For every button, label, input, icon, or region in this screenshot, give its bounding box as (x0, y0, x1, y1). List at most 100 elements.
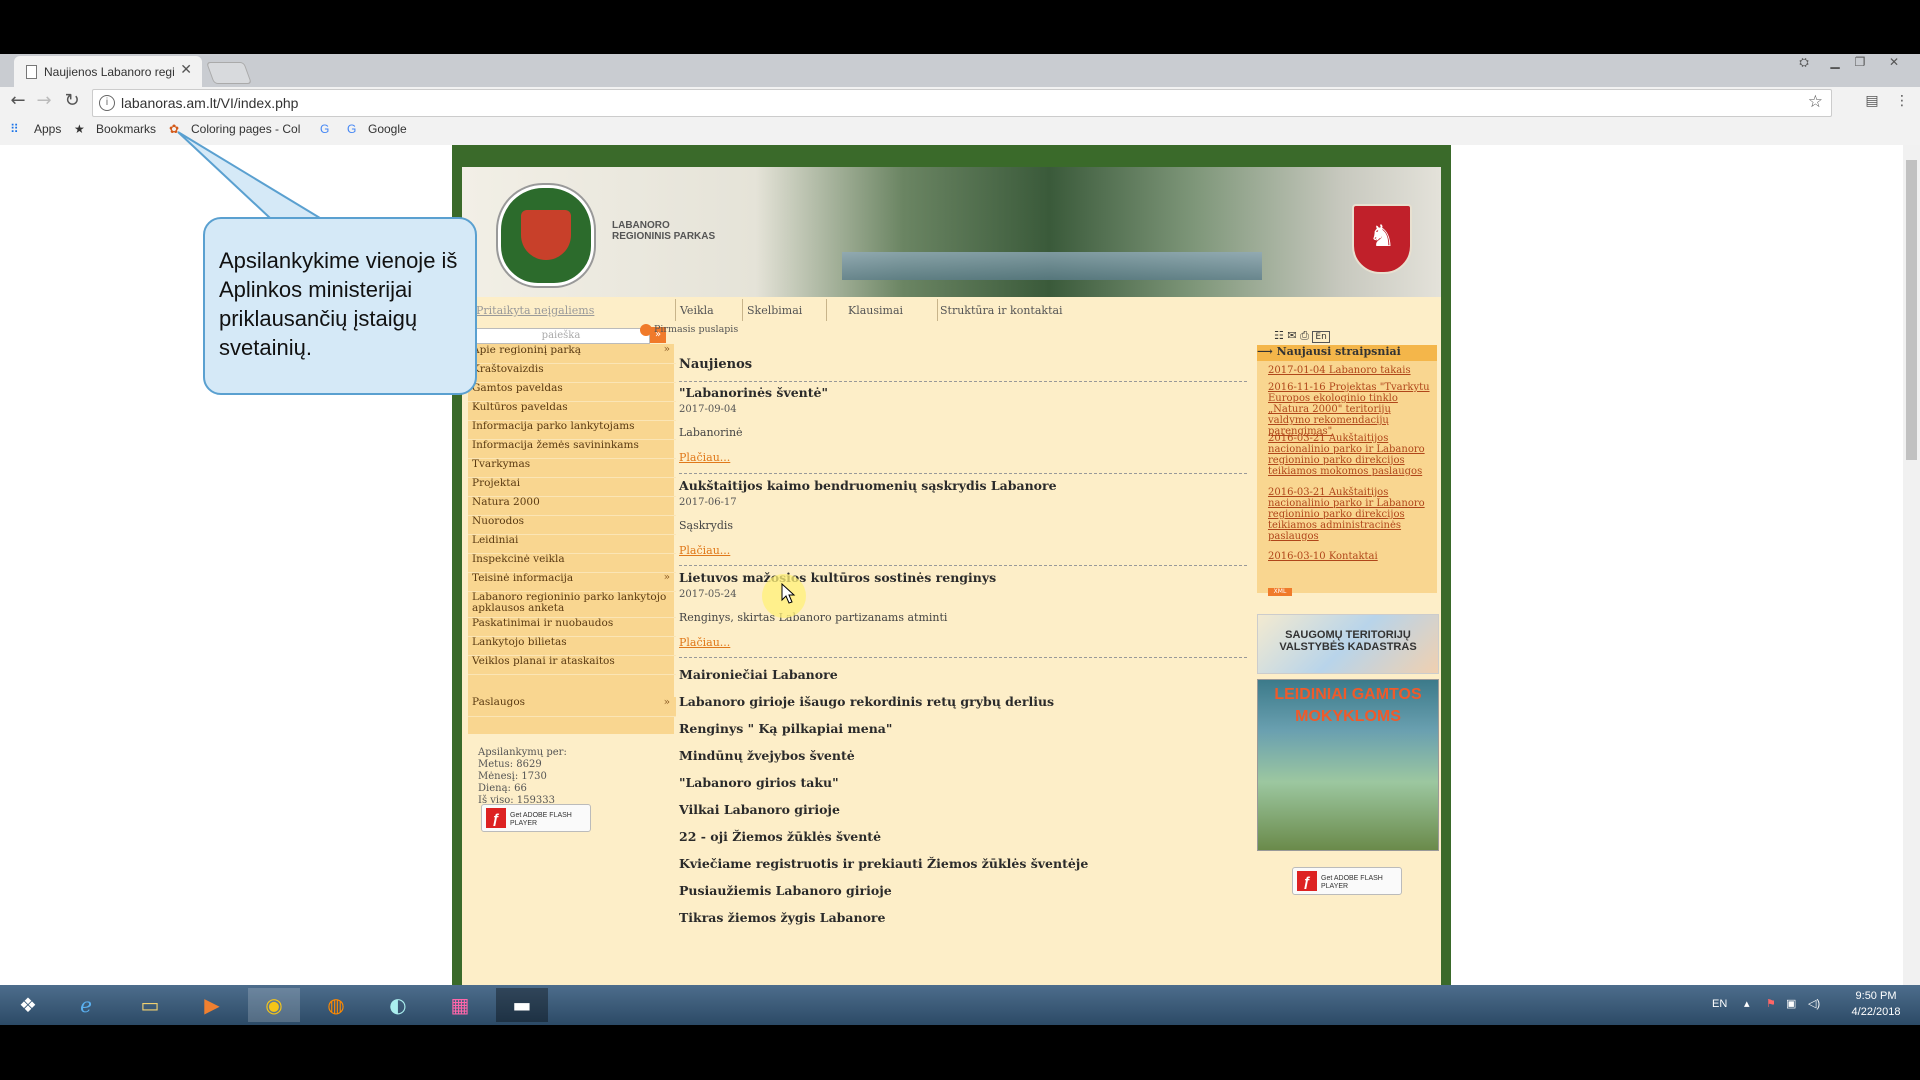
school-publications-banner[interactable]: LEIDINIAI GAMTOS MOKYKLOMS (1257, 679, 1439, 851)
input-language[interactable]: EN (1712, 998, 1727, 1010)
extension-icon[interactable]: ▤ (1862, 92, 1882, 112)
news-list-item[interactable]: Vilkai Labanoro girioje (679, 802, 840, 817)
mail-icon[interactable]: ✉ (1287, 329, 1296, 342)
minimize-button[interactable]: ▁ (1823, 55, 1847, 71)
bookmark-bookmarks[interactable]: Bookmarks (96, 122, 156, 136)
menu-item[interactable]: Projektai (468, 477, 676, 497)
menu-item[interactable]: Informacija parko lankytojams (468, 420, 676, 440)
restore-button[interactable]: ❐ (1848, 55, 1872, 71)
browser-tab[interactable]: Naujienos Labanoro regi ✕ (14, 56, 202, 87)
close-window-button[interactable]: ✕ (1882, 55, 1906, 71)
menu-item[interactable]: Natura 2000 (468, 496, 676, 516)
file-explorer-icon[interactable]: ▭ (124, 988, 176, 1022)
close-tab-icon[interactable]: ✕ (180, 62, 192, 78)
bookmark-star-icon[interactable]: ☆ (1808, 92, 1823, 112)
menu-item[interactable]: Teisinė informacija » (468, 572, 676, 592)
menu-icon[interactable]: ⋮ (1892, 92, 1912, 112)
menu-item[interactable]: Gamtos paveldas (468, 382, 676, 402)
internet-explorer-icon[interactable]: ℯ (60, 988, 112, 1022)
menu-item[interactable]: Inspekcinė veikla (468, 553, 676, 573)
news-list-item[interactable]: Kviečiame registruotis ir prekiauti Žiem… (679, 856, 1088, 871)
forward-icon[interactable]: → (34, 92, 54, 112)
profile-icon[interactable]: ⛭ (1792, 55, 1816, 71)
nav-skelbimai[interactable]: Skelbimai (747, 304, 802, 317)
volume-icon[interactable]: ◁) (1808, 997, 1820, 1010)
news-title[interactable]: Lietuvos mažosios kultūros sostinės reng… (679, 570, 996, 585)
menu-item[interactable]: Nuorodos (468, 515, 676, 535)
news-title[interactable]: "Labanorinės šventė" (679, 385, 828, 400)
annotation-callout: Apsilankykime vienoje iš Aplinkos minist… (203, 217, 477, 395)
article-link[interactable]: 2017-01-04 Labanoro takais (1268, 365, 1434, 376)
menu-item[interactable]: Apie regioninį parką » (468, 344, 676, 364)
article-link[interactable]: 2016-03-21 Aukštaitijos nacionalinio par… (1268, 433, 1434, 477)
menu-item-paslaugos[interactable]: Paslaugos » (468, 697, 676, 717)
flash-label: Get ADOBE FLASH PLAYER (510, 812, 572, 827)
firefox-icon[interactable]: ◍ (310, 988, 362, 1022)
language-en[interactable]: En (1312, 331, 1330, 343)
article-link[interactable]: 2016-03-10 Kontaktai (1268, 551, 1434, 562)
article-link[interactable]: 2016-11-16 Projektas "Tvarkytu Europos e… (1268, 382, 1434, 437)
cadastre-banner[interactable]: SAUGOMŲ TERITORIJŲ VALSTYBĖS KADASTRAS (1257, 614, 1439, 674)
scrollbar-thumb[interactable] (1906, 160, 1917, 460)
apps-icon[interactable]: ⠿ (10, 122, 19, 136)
clock-time[interactable]: 9:50 PM (1846, 990, 1906, 1002)
sitemap-icon[interactable]: ☷ (1274, 329, 1284, 342)
menu-item[interactable]: Paskatinimai ir nuobaudos (468, 617, 676, 637)
menu-item[interactable]: Lankytojo bilietas (468, 636, 676, 656)
news-more-link[interactable]: Plačiau... (679, 451, 730, 464)
terminal-icon[interactable]: ▬ (496, 988, 548, 1022)
action-center-icon[interactable]: ⚑ (1766, 997, 1776, 1010)
menu-item[interactable]: Informacija žemės savininkams (468, 439, 676, 459)
nav-klausimai[interactable]: Klausimai (848, 304, 903, 317)
app-icon[interactable]: ◐ (372, 988, 424, 1022)
start-button-icon[interactable]: ❖ (2, 988, 54, 1022)
accessible-link[interactable]: Pritaikyta neįgaliems (476, 304, 594, 317)
news-list-item[interactable]: Pusiaužiemis Labanoro girioje (679, 883, 892, 898)
slack-icon[interactable]: ▦ (434, 988, 486, 1022)
flash-player-badge[interactable]: ƒ Get ADOBE FLASH PLAYER (481, 804, 591, 832)
search-input[interactable]: paieška (472, 328, 650, 344)
menu-item[interactable]: Labanoro regioninio parko lankytojo apkl… (468, 591, 676, 618)
bookmark-google[interactable]: Google (368, 122, 407, 136)
park-name: LABANORO REGIONINIS PARKAS (612, 220, 715, 242)
article-link[interactable]: 2016-03-21 Aukštaitijos nacionalinio par… (1268, 487, 1434, 542)
new-tab-button[interactable] (205, 62, 253, 84)
menu-item[interactable]: Kraštovaizdis (468, 363, 676, 383)
bookmark-apps[interactable]: Apps (34, 122, 61, 136)
back-icon[interactable]: ← (8, 92, 28, 112)
news-list-item[interactable]: Renginys " Ką pilkapiai mena" (679, 721, 892, 736)
flash-player-badge[interactable]: ƒ Get ADOBE FLASH PLAYER (1292, 867, 1402, 895)
menu-item[interactable]: Leidiniai (468, 534, 676, 554)
home-icon[interactable] (640, 324, 652, 336)
chrome-icon[interactable]: ◉ (248, 988, 300, 1022)
news-list-item[interactable]: Labanoro girioje išaugo rekordinis retų … (679, 694, 1054, 709)
menu-item[interactable]: Tvarkymas (468, 458, 676, 478)
reload-icon[interactable]: ↻ (62, 92, 82, 112)
clock-date[interactable]: 4/22/2018 (1846, 1006, 1906, 1018)
site-content: LABANORO REGIONINIS PARKAS ♞ Pritaikyta … (462, 167, 1441, 985)
network-icon[interactable]: ▣ (1786, 997, 1796, 1010)
print-icon[interactable]: ⎙ (1300, 329, 1309, 342)
nav-veikla[interactable]: Veikla (680, 304, 714, 317)
news-list-item[interactable]: Maironiečiai Labanore (679, 667, 838, 682)
media-player-icon[interactable]: ▶ (186, 988, 238, 1022)
menu-item[interactable]: Veiklos planai ir ataskaitos (468, 655, 676, 675)
news-list-item[interactable]: Tikras žiemos žygis Labanore (679, 910, 885, 925)
park-name-line2: REGIONINIS PARKAS (612, 231, 716, 242)
info-icon[interactable]: i (99, 95, 115, 111)
breadcrumb[interactable]: Pirmasis puslapis (654, 324, 738, 335)
banner-line2: VALSTYBĖS KADASTRAS (1279, 641, 1417, 653)
news-list-item[interactable]: 22 - oji Žiemos žūklės šventė (679, 829, 881, 844)
news-title[interactable]: Aukštaitijos kaimo bendruomenių sąskrydi… (679, 478, 1057, 493)
rss-badge[interactable]: XML (1268, 588, 1292, 596)
news-list-item[interactable]: Mindūnų žvejybos šventė (679, 748, 855, 763)
news-more-link[interactable]: Plačiau... (679, 636, 730, 649)
park-logo[interactable] (498, 185, 594, 286)
menu-item[interactable]: Kultūros paveldas (468, 401, 676, 421)
news-list-item[interactable]: "Labanoro girios taku" (679, 775, 839, 790)
chevron-right-icon: » (663, 343, 670, 355)
nav-struktura[interactable]: Struktūra ir kontaktai (940, 304, 1063, 317)
show-hidden-icons[interactable]: ▴ (1744, 997, 1750, 1010)
news-more-link[interactable]: Plačiau... (679, 544, 730, 557)
address-bar[interactable]: i labanoras.am.lt/VI/index.php ☆ (92, 89, 1832, 117)
